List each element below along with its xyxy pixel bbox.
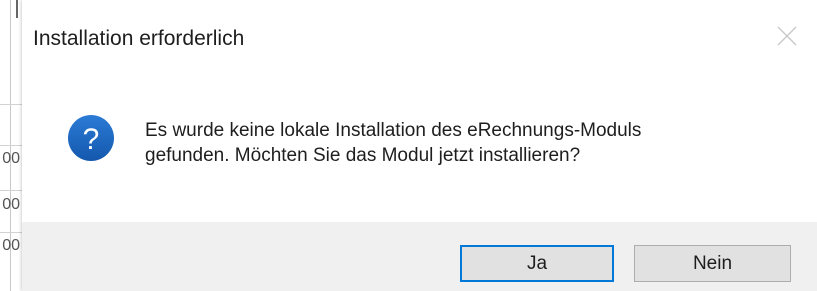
- message-line: gefunden. Möchten Sie das Modul jetzt in…: [145, 145, 581, 166]
- background-grid-line: [0, 232, 22, 233]
- dialog-title: Installation erforderlich: [33, 27, 245, 50]
- close-icon: [777, 26, 797, 46]
- message-box: Installation erforderlich ? Es wurde kei…: [22, 0, 817, 291]
- background-window: 00 00 00: [0, 0, 22, 291]
- background-cell: 00: [2, 150, 20, 167]
- background-cell: 00: [2, 237, 20, 254]
- background-grid-line: [0, 145, 22, 146]
- background-cell: 00: [2, 196, 20, 213]
- svg-text:?: ?: [83, 123, 100, 156]
- yes-button[interactable]: Ja: [460, 245, 614, 282]
- background-window-edge: [16, 0, 18, 18]
- question-icon: ?: [68, 115, 114, 161]
- screen: 00 00 00 Installation erforderlich ? Es …: [0, 0, 817, 291]
- dialog-message: Es wurde keine lokale Installation des e…: [145, 118, 641, 168]
- title-bar[interactable]: Installation erforderlich: [22, 0, 817, 80]
- background-grid-line: [0, 190, 22, 191]
- close-button[interactable]: [767, 18, 807, 54]
- dialog-content: ? Es wurde keine lokale Installation des…: [22, 80, 817, 222]
- message-line: Es wurde keine lokale Installation des e…: [145, 120, 642, 141]
- background-grid-line: [0, 104, 22, 105]
- button-bar: Ja Nein: [22, 222, 817, 291]
- no-button[interactable]: Nein: [634, 245, 791, 282]
